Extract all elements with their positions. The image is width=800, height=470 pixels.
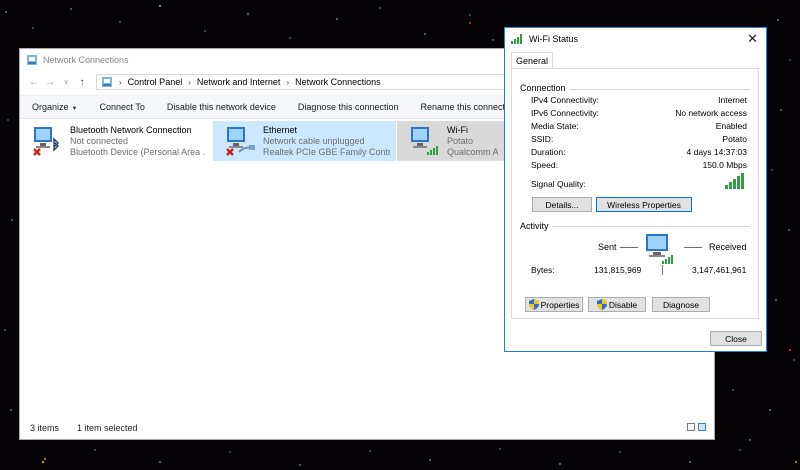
forward-arrow-icon[interactable]: → [42,77,58,88]
connection-name: Wi-Fi [447,125,468,135]
tiles-view-icon[interactable] [698,423,706,431]
connection-ethernet[interactable]: Ethernet Network cable unplugged Realtek… [213,121,396,161]
dropdown-caret-icon: ▼ [71,106,78,112]
connection-status: Network cable unplugged [263,136,365,146]
connection-name: Ethernet [263,125,298,135]
connection-bluetooth[interactable]: Bluetooth Network Connection Not connect… [20,121,212,161]
group-divider [552,226,750,227]
connection-status: Potato [447,136,474,146]
disable-device-button[interactable]: Disable this network device [167,102,276,112]
sent-line [620,247,638,248]
ipv6-row: IPv6 Connectivity: No network access [531,108,747,118]
bytes-label: Bytes: [531,265,555,275]
network-adapter-icon [221,125,257,157]
network-activity-icon [646,234,673,264]
bytes-sent-value: 131,815,969 [594,265,642,275]
wifi-signal-icon [511,34,522,44]
recent-locations-chevron-icon[interactable]: ∨ [58,78,74,86]
details-button[interactable]: Details... [532,197,592,212]
up-arrow-icon[interactable]: ↑ [74,77,90,88]
group-divider [570,89,750,90]
rename-connection-button[interactable]: Rename this connection [421,102,518,112]
speed-row: Speed: 150.0 Mbps [531,160,747,170]
selection-count: 1 item selected [77,423,138,433]
connection-wifi[interactable]: Wi-Fi Potato Qualcomm Athe [397,121,504,161]
diagnose-button[interactable]: Diagnose [652,297,710,312]
dialog-title: Wi-Fi Status [529,34,579,44]
uac-shield-icon [596,299,607,310]
connection-group-label: Connection [520,83,566,93]
duration-row: Duration: 4 days 14:37:03 [531,147,747,157]
diagnose-connection-button[interactable]: Diagnose this connection [298,102,399,112]
disable-button[interactable]: Disable [588,297,646,312]
uac-shield-icon [528,299,539,310]
breadcrumb-control-panel[interactable]: Control Panel [128,77,183,87]
dialog-titlebar: Wi-Fi Status ✕ [505,28,766,50]
breadcrumb-separator-icon: › [188,77,191,87]
address-bar[interactable]: › Control Panel › Network and Internet ›… [96,74,536,90]
breadcrumb-network-and-internet[interactable]: Network and Internet [197,77,281,87]
network-folder-icon [27,55,37,65]
bytes-received-value: 3,147,461,961 [692,265,747,275]
received-line [684,247,702,248]
item-count: 3 items [30,423,60,433]
properties-button[interactable]: Properties [525,297,583,312]
wifi-status-dialog: Wi-Fi Status ✕ General Connection IPv4 C… [504,27,767,352]
ipv4-row: IPv4 Connectivity: Internet [531,95,747,105]
back-arrow-icon[interactable]: ← [26,77,42,88]
breadcrumb-separator-icon: › [119,77,122,87]
organize-menu[interactable]: Organize ▼ [32,102,77,112]
connection-device: Realtek PCIe GBE Family Controller [263,147,390,157]
wifi-adapter-icon [405,125,441,157]
general-tab-panel: Connection IPv4 Connectivity: Internet IP… [511,68,759,319]
signal-quality-label: Signal Quality: [531,179,586,189]
ssid-row: SSID: Potato [531,134,747,144]
connection-device: Qualcomm Athe [447,147,498,157]
connection-status: Not connected [70,136,129,146]
status-bar: 3 items 1 item selected [20,417,714,439]
sent-label: Sent [598,242,617,252]
tab-general[interactable]: General [511,52,553,68]
connect-to-button[interactable]: Connect To [99,102,144,112]
media-state-row: Media State: Enabled [531,121,747,131]
connection-device: Bluetooth Device (Personal Area ... [70,147,206,157]
connection-name: Bluetooth Network Connection [70,125,192,135]
activity-divider [662,265,663,275]
details-view-icon[interactable] [687,423,695,431]
signal-quality-bars-icon [725,173,744,189]
window-title: Network Connections [43,55,129,65]
breadcrumb-network-connections[interactable]: Network Connections [295,77,381,87]
activity-group-label: Activity [520,221,549,231]
received-label: Received [709,242,747,252]
breadcrumb-separator-icon: › [286,77,290,87]
close-button[interactable]: Close [710,331,762,346]
control-panel-icon [102,77,112,87]
network-adapter-icon [28,125,64,157]
close-icon[interactable]: ✕ [747,31,758,47]
wireless-properties-button[interactable]: Wireless Properties [596,197,692,212]
